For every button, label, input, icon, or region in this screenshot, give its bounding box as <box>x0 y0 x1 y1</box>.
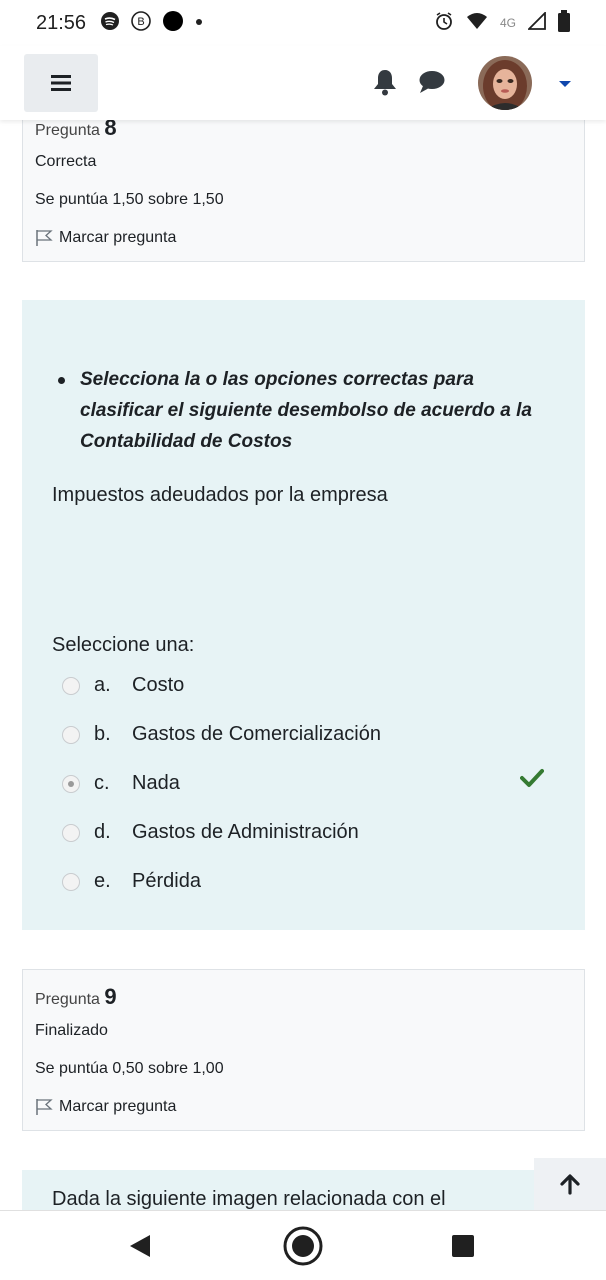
recent-apps-icon <box>452 1235 474 1257</box>
bell-icon <box>374 70 396 96</box>
answer-option-b[interactable]: b. Gastos de Comercialización <box>62 723 381 746</box>
svg-text:B: B <box>137 16 144 28</box>
back-to-top-button[interactable] <box>534 1158 606 1210</box>
correct-check-icon <box>520 769 544 787</box>
messages-button[interactable] <box>418 70 446 99</box>
avatar[interactable] <box>478 56 532 110</box>
arrow-up-icon <box>560 1174 580 1195</box>
radio-button[interactable] <box>62 872 80 891</box>
option-letter: b. <box>94 723 111 745</box>
wifi-icon <box>466 12 488 35</box>
question-text: Dada la siguiente imagen relacionada con… <box>52 1188 446 1210</box>
option-letter: c. <box>94 772 110 794</box>
top-navbar <box>0 46 606 120</box>
small-dot-icon <box>194 14 204 32</box>
option-text: Costo <box>132 674 185 696</box>
radio-button-selected[interactable] <box>62 774 80 793</box>
flag-question-label: Marcar pregunta <box>59 229 177 246</box>
option-text: Gastos de Administración <box>132 821 359 843</box>
option-text: Gastos de Comercialización <box>132 723 381 745</box>
radio-button[interactable] <box>62 725 80 744</box>
flag-question-link[interactable]: Marcar pregunta <box>35 1098 176 1116</box>
b-icon: B <box>130 10 152 37</box>
battery-icon <box>558 9 570 37</box>
question-formulation: Selecciona la o las opciones correctas p… <box>22 300 585 930</box>
answer-option-a[interactable]: a. Costo <box>62 674 184 697</box>
answer-option-e[interactable]: e. Pérdida <box>62 870 201 893</box>
chat-icon <box>419 71 445 93</box>
flag-icon <box>36 1099 53 1115</box>
home-button[interactable] <box>282 1225 324 1272</box>
question-number: 9 <box>104 984 117 1009</box>
hamburger-icon <box>51 75 71 91</box>
question-state: Correcta <box>35 153 97 170</box>
question-number: 8 <box>104 120 117 140</box>
hamburger-menu-button[interactable] <box>24 54 98 112</box>
question-formulation: Dada la siguiente imagen relacionada con… <box>22 1170 585 1210</box>
radio-button[interactable] <box>62 676 80 695</box>
spotify-icon <box>100 11 120 36</box>
answer-option-d[interactable]: d. Gastos de Administración <box>62 821 359 844</box>
recent-apps-button[interactable] <box>452 1235 474 1262</box>
android-navigation-bar <box>0 1210 606 1280</box>
caret-down-icon <box>559 81 571 87</box>
question-label: Pregunta <box>35 991 100 1008</box>
question-info-box: Pregunta 9 Finalizado Se puntúa 0,50 sob… <box>22 969 585 1131</box>
status-bar: 21:56 B 4G <box>0 0 606 46</box>
option-letter: d. <box>94 821 111 843</box>
question-instruction: Selecciona la o las opciones correctas p… <box>58 364 558 457</box>
question-info-box: Pregunta 8 Correcta Se puntúa 1,50 sobre… <box>22 120 585 262</box>
network-type: 4G <box>499 16 516 30</box>
user-menu-toggle[interactable] <box>558 76 572 94</box>
signal-icon <box>526 10 546 35</box>
back-icon <box>130 1235 150 1257</box>
dot-icon <box>162 10 184 37</box>
alarm-icon <box>434 11 454 36</box>
question-statement: Impuestos adeudados por la empresa <box>52 484 388 506</box>
option-letter: e. <box>94 870 111 892</box>
home-icon <box>283 1226 323 1266</box>
question-grade: Se puntúa 0,50 sobre 1,00 <box>35 1060 224 1077</box>
option-letter: a. <box>94 674 111 696</box>
notifications-button[interactable] <box>372 68 398 101</box>
question-label: Pregunta <box>35 122 100 139</box>
flag-question-label: Marcar pregunta <box>59 1098 177 1115</box>
option-text: Nada <box>132 772 180 794</box>
option-text: Pérdida <box>132 870 201 892</box>
flag-icon <box>36 230 53 246</box>
question-state: Finalizado <box>35 1022 108 1039</box>
clock: 21:56 <box>36 11 87 34</box>
quiz-review-content[interactable]: Pregunta 8 Correcta Se puntúa 1,50 sobre… <box>0 120 606 1210</box>
back-button[interactable] <box>128 1233 152 1264</box>
flag-question-link[interactable]: Marcar pregunta <box>35 229 176 247</box>
question-grade: Se puntúa 1,50 sobre 1,50 <box>35 191 224 208</box>
radio-button[interactable] <box>62 823 80 842</box>
answer-prompt: Seleccione una: <box>52 634 195 656</box>
answer-option-c[interactable]: c. Nada <box>62 772 180 795</box>
